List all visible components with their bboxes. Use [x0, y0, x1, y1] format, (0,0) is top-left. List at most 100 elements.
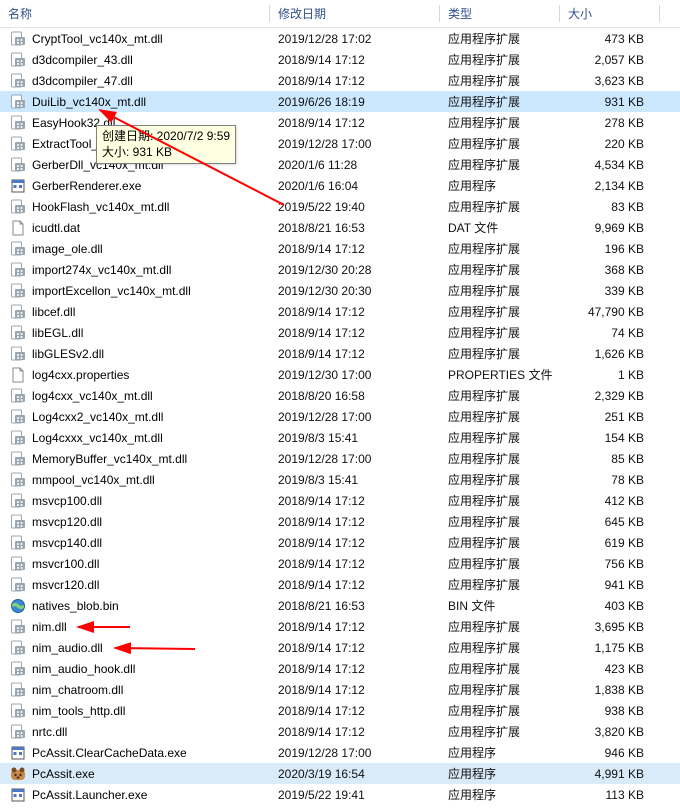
file-name-label: import274x_vc140x_mt.dll — [32, 263, 171, 277]
file-type-cell: 应用程序扩展 — [440, 492, 560, 509]
file-row[interactable]: msvcr100.dll2018/9/14 17:12应用程序扩展756 KB — [0, 553, 680, 574]
file-date-cell: 2018/9/14 17:12 — [270, 557, 440, 571]
file-row[interactable]: mmpool_vc140x_mt.dll2019/8/3 15:41应用程序扩展… — [0, 469, 680, 490]
file-date-cell: 2018/8/21 16:53 — [270, 221, 440, 235]
file-name-cell: natives_blob.bin — [0, 598, 270, 614]
file-row[interactable]: nim_audio.dll2018/9/14 17:12应用程序扩展1,175 … — [0, 637, 680, 658]
file-type-cell: 应用程序扩展 — [440, 114, 560, 131]
column-header-size[interactable]: 大小 — [560, 1, 660, 26]
file-row[interactable]: msvcp100.dll2018/9/14 17:12应用程序扩展412 KB — [0, 490, 680, 511]
file-size-cell: 756 KB — [560, 557, 660, 571]
file-date-cell: 2018/9/14 17:12 — [270, 641, 440, 655]
file-row[interactable]: log4cxx.properties2019/12/30 17:00PROPER… — [0, 364, 680, 385]
file-name-cell: nim_tools_http.dll — [0, 703, 270, 719]
file-row[interactable]: GerberRenderer.exe2020/1/6 16:04应用程序2,13… — [0, 175, 680, 196]
file-type-cell: DAT 文件 — [440, 219, 560, 236]
file-row[interactable]: DuiLib_vc140x_mt.dll2019/6/26 18:19应用程序扩… — [0, 91, 680, 112]
file-name-cell: CryptTool_vc140x_mt.dll — [0, 31, 270, 47]
file-size-cell: 113 KB — [560, 788, 660, 802]
file-type-cell: 应用程序扩展 — [440, 450, 560, 467]
dll-icon — [10, 136, 26, 152]
file-date-cell: 2018/9/14 17:12 — [270, 74, 440, 88]
file-row[interactable]: libGLESv2.dll2018/9/14 17:12应用程序扩展1,626 … — [0, 343, 680, 364]
file-row[interactable]: Log4cxx2_vc140x_mt.dll2019/12/28 17:00应用… — [0, 406, 680, 427]
file-row[interactable]: HookFlash_vc140x_mt.dll2019/5/22 19:40应用… — [0, 196, 680, 217]
file-name-label: importExcellon_vc140x_mt.dll — [32, 284, 191, 298]
file-type-cell: 应用程序扩展 — [440, 30, 560, 47]
file-date-cell: 2019/12/30 20:28 — [270, 263, 440, 277]
file-name-cell: icudtl.dat — [0, 220, 270, 236]
file-row[interactable]: d3dcompiler_43.dll2018/9/14 17:12应用程序扩展2… — [0, 49, 680, 70]
file-name-label: PcAssit.exe — [32, 767, 95, 781]
file-name-label: nim_audio_hook.dll — [32, 662, 135, 676]
file-row[interactable]: msvcr120.dll2018/9/14 17:12应用程序扩展941 KB — [0, 574, 680, 595]
file-row[interactable]: MemoryBuffer_vc140x_mt.dll2019/12/28 17:… — [0, 448, 680, 469]
file-row[interactable]: nim.dll2018/9/14 17:12应用程序扩展3,695 KB — [0, 616, 680, 637]
file-row[interactable]: msvcp120.dll2018/9/14 17:12应用程序扩展645 KB — [0, 511, 680, 532]
file-row[interactable]: natives_blob.bin2018/8/21 16:53BIN 文件403… — [0, 595, 680, 616]
file-type-cell: 应用程序扩展 — [440, 639, 560, 656]
file-size-cell: 938 KB — [560, 704, 660, 718]
file-row[interactable]: import274x_vc140x_mt.dll 2019/12/30 20:28… — [0, 259, 680, 280]
file-name-label: libcef.dll — [32, 305, 75, 319]
file-name-cell: PcAssit.Launcher.exe — [0, 787, 270, 803]
file-date-cell: 2019/12/28 17:00 — [270, 452, 440, 466]
file-row[interactable]: nrtc.dll2018/9/14 17:12应用程序扩展3,820 KB — [0, 721, 680, 742]
file-size-cell: 78 KB — [560, 473, 660, 487]
file-name-label: Log4cxxx_vc140x_mt.dll — [32, 431, 163, 445]
column-header-name[interactable]: 名称 — [0, 1, 270, 26]
file-row[interactable]: nim_chatroom.dll2018/9/14 17:12应用程序扩展1,8… — [0, 679, 680, 700]
file-name-cell: log4cxx.properties — [0, 367, 270, 383]
file-name-cell: msvcr100.dll — [0, 556, 270, 572]
file-name-cell: msvcr120.dll — [0, 577, 270, 593]
file-name-label: libGLESv2.dll — [32, 347, 104, 361]
column-header-date[interactable]: 修改日期 — [270, 1, 440, 26]
file-size-cell: 278 KB — [560, 116, 660, 130]
file-size-cell: 645 KB — [560, 515, 660, 529]
dll-icon — [10, 409, 26, 425]
file-row[interactable]: msvcp140.dll2018/9/14 17:12应用程序扩展619 KB — [0, 532, 680, 553]
exe-icon — [10, 745, 26, 761]
file-type-cell: 应用程序扩展 — [440, 303, 560, 320]
file-row[interactable]: icudtl.dat2018/8/21 16:53DAT 文件9,969 KB — [0, 217, 680, 238]
file-type-cell: 应用程序扩展 — [440, 702, 560, 719]
file-row[interactable]: libcef.dll2018/9/14 17:12应用程序扩展47,790 KB — [0, 301, 680, 322]
file-name-cell: nim_chatroom.dll — [0, 682, 270, 698]
file-row[interactable]: CryptTool_vc140x_mt.dll2019/12/28 17:02应… — [0, 28, 680, 49]
file-row[interactable]: libEGL.dll2018/9/14 17:12应用程序扩展74 KB — [0, 322, 680, 343]
file-date-cell: 2019/5/22 19:41 — [270, 788, 440, 802]
file-name-cell: DuiLib_vc140x_mt.dll — [0, 94, 270, 110]
file-row[interactable]: nim_tools_http.dll2018/9/14 17:12应用程序扩展9… — [0, 700, 680, 721]
file-row[interactable]: d3dcompiler_47.dll2018/9/14 17:12应用程序扩展3… — [0, 70, 680, 91]
file-row[interactable]: PcAssit.Launcher.exe2019/5/22 19:41应用程序1… — [0, 784, 680, 805]
column-header-type[interactable]: 类型 — [440, 1, 560, 26]
file-row[interactable]: PcAssit.exe2020/3/19 16:54应用程序4,991 KB — [0, 763, 680, 784]
file-row[interactable]: importExcellon_vc140x_mt.dll2019/12/30 2… — [0, 280, 680, 301]
file-row[interactable]: nim_audio_hook.dll2018/9/14 17:12应用程序扩展4… — [0, 658, 680, 679]
file-name-label: DuiLib_vc140x_mt.dll — [32, 95, 146, 109]
file-size-cell: 1,626 KB — [560, 347, 660, 361]
file-tooltip: 创建日期: 2020/7/2 9:59 大小: 931 KB — [96, 125, 236, 164]
file-size-cell: 473 KB — [560, 32, 660, 46]
file-date-cell: 2018/9/14 17:12 — [270, 683, 440, 697]
file-size-cell: 368 KB — [560, 263, 660, 277]
file-date-cell: 2019/12/30 17:00 — [270, 368, 440, 382]
file-name-cell: nim.dll — [0, 619, 270, 635]
file-size-cell: 220 KB — [560, 137, 660, 151]
file-type-cell: 应用程序扩展 — [440, 387, 560, 404]
file-row[interactable]: log4cxx_vc140x_mt.dll2018/8/20 16:58应用程序… — [0, 385, 680, 406]
dll-icon — [10, 535, 26, 551]
file-date-cell: 2018/8/20 16:58 — [270, 389, 440, 403]
file-size-cell: 931 KB — [560, 95, 660, 109]
file-type-cell: 应用程序扩展 — [440, 471, 560, 488]
dll-icon — [10, 556, 26, 572]
file-row[interactable]: PcAssit.ClearCacheData.exe2019/12/28 17:… — [0, 742, 680, 763]
file-size-cell: 946 KB — [560, 746, 660, 760]
file-name-label: icudtl.dat — [32, 221, 80, 235]
column-separator[interactable] — [659, 5, 660, 22]
file-type-cell: 应用程序扩展 — [440, 135, 560, 152]
file-row[interactable]: image_ole.dll2018/9/14 17:12应用程序扩展196 KB — [0, 238, 680, 259]
dll-icon — [10, 115, 26, 131]
file-row[interactable]: Log4cxxx_vc140x_mt.dll2019/8/3 15:41应用程序… — [0, 427, 680, 448]
dll-icon — [10, 640, 26, 656]
